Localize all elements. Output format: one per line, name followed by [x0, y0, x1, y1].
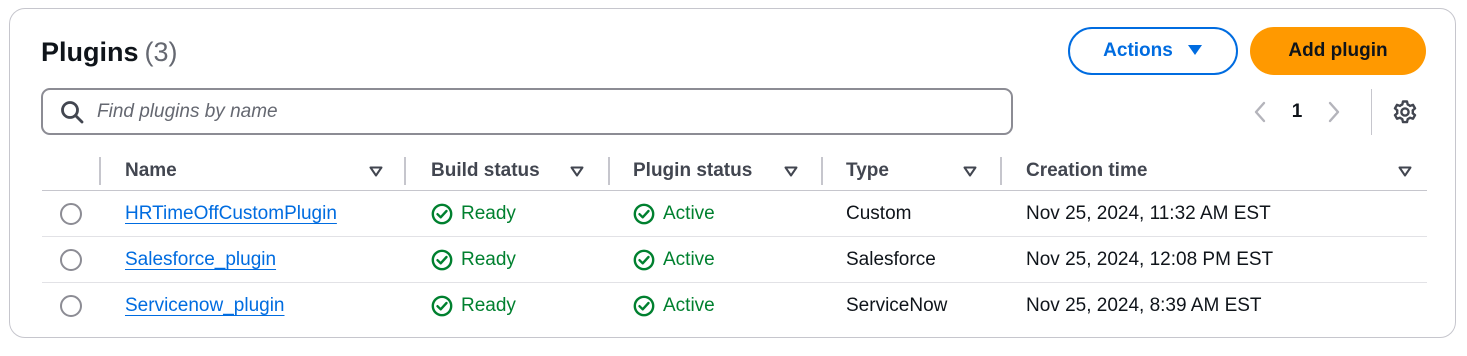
build-status-text: Ready — [461, 203, 516, 224]
column-divider — [608, 157, 610, 185]
plugin-name-link[interactable]: HRTimeOffCustomPlugin — [125, 203, 337, 225]
plugin-status: Active — [633, 191, 715, 237]
sort-caret-down-icon[interactable] — [367, 162, 385, 180]
build-status: Ready — [431, 191, 516, 237]
column-header-name[interactable]: Name — [125, 151, 405, 191]
add-plugin-button[interactable]: Add plugin — [1250, 27, 1426, 75]
column-divider — [1000, 157, 1002, 185]
row-select[interactable] — [60, 191, 82, 237]
plugin-status: Active — [633, 237, 715, 283]
plugin-type: ServiceNow — [846, 295, 948, 316]
column-header-creation-time[interactable]: Creation time — [1026, 151, 1426, 191]
page-title: Plugins (3) — [41, 37, 178, 68]
plugin-status-text: Active — [663, 295, 715, 316]
column-label: Creation time — [1026, 160, 1148, 181]
column-label: Type — [846, 160, 889, 181]
check-circle-icon — [633, 203, 655, 225]
table-row: Servicenow_plugin Ready Active ServiceNo… — [42, 283, 1427, 329]
actions-button[interactable]: Actions — [1068, 27, 1238, 75]
table-row: Salesforce_plugin Ready Active Salesforc… — [42, 237, 1427, 283]
column-divider — [404, 157, 406, 185]
row-select[interactable] — [60, 237, 82, 283]
sort-caret-down-icon[interactable] — [782, 162, 800, 180]
creation-time: Nov 25, 2024, 8:39 AM EST — [1026, 295, 1262, 316]
chevron-right-icon[interactable] — [1319, 97, 1349, 127]
gear-icon[interactable] — [1390, 97, 1420, 127]
plugin-status-text: Active — [663, 249, 715, 270]
plugins-table: Name Build status Plugin status Type Cre… — [42, 151, 1427, 329]
actions-label: Actions — [1103, 40, 1173, 61]
current-page[interactable]: 1 — [1275, 101, 1319, 123]
build-status: Ready — [431, 283, 516, 329]
table-header: Name Build status Plugin status Type Cre… — [42, 151, 1427, 191]
column-header-build-status[interactable]: Build status — [431, 151, 611, 191]
build-status: Ready — [431, 237, 516, 283]
pager-divider — [1371, 89, 1372, 135]
radio-button[interactable] — [60, 249, 82, 271]
title-text: Plugins — [41, 37, 139, 67]
plugin-type: Custom — [846, 203, 912, 224]
sort-caret-down-icon[interactable] — [961, 162, 979, 180]
search-input[interactable] — [97, 100, 957, 123]
chevron-left-icon[interactable] — [1245, 97, 1275, 127]
column-label: Build status — [431, 160, 540, 181]
plugin-name-link[interactable]: Servicenow_plugin — [125, 295, 285, 317]
plugin-status: Active — [633, 283, 715, 329]
sort-caret-down-icon[interactable] — [1396, 162, 1414, 180]
add-plugin-label: Add plugin — [1288, 40, 1388, 61]
column-header-plugin-status[interactable]: Plugin status — [633, 151, 813, 191]
check-circle-icon — [431, 249, 453, 271]
radio-button[interactable] — [60, 203, 82, 225]
row-select[interactable] — [60, 283, 82, 329]
column-label: Name — [125, 160, 177, 181]
caret-down-icon — [1187, 40, 1203, 62]
plugins-panel: Plugins(3) Actions Add plugin 1 — [9, 8, 1456, 338]
build-status-text: Ready — [461, 249, 516, 270]
build-status-text: Ready — [461, 295, 516, 316]
search-icon — [59, 99, 85, 125]
radio-button[interactable] — [60, 295, 82, 317]
column-divider — [821, 157, 823, 185]
plugin-type: Salesforce — [846, 249, 936, 270]
plugin-status-text: Active — [663, 203, 715, 224]
check-circle-icon — [633, 249, 655, 271]
pagination: 1 — [1245, 97, 1349, 127]
search-field — [41, 88, 1013, 135]
check-circle-icon — [633, 295, 655, 317]
column-label: Plugin status — [633, 160, 753, 181]
check-circle-icon — [431, 203, 453, 225]
creation-time: Nov 25, 2024, 11:32 AM EST — [1026, 203, 1271, 224]
column-header-type[interactable]: Type — [846, 151, 1006, 191]
plugin-name-link[interactable]: Salesforce_plugin — [125, 249, 276, 271]
creation-time: Nov 25, 2024, 12:08 PM EST — [1026, 249, 1274, 270]
check-circle-icon — [431, 295, 453, 317]
sort-caret-down-icon[interactable] — [568, 162, 586, 180]
plugin-count: (3) — [144, 37, 178, 67]
table-row: HRTimeOffCustomPlugin Ready Active Custo… — [42, 191, 1427, 237]
column-divider — [99, 157, 101, 185]
